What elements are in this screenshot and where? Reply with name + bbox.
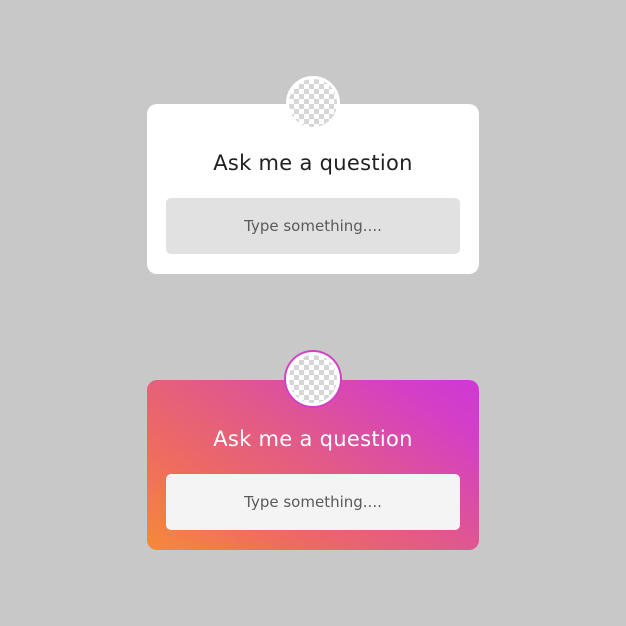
answer-input[interactable]: Type something....	[166, 474, 460, 530]
question-sticker-white: Ask me a question Type something....	[147, 76, 479, 274]
answer-input[interactable]: Type something....	[166, 198, 460, 254]
sticker-title: Ask me a question	[213, 427, 413, 451]
sticker-title: Ask me a question	[213, 151, 413, 175]
question-sticker-gradient: Ask me a question Type something....	[147, 352, 479, 550]
avatar-placeholder	[286, 76, 340, 130]
avatar-placeholder	[286, 352, 340, 406]
